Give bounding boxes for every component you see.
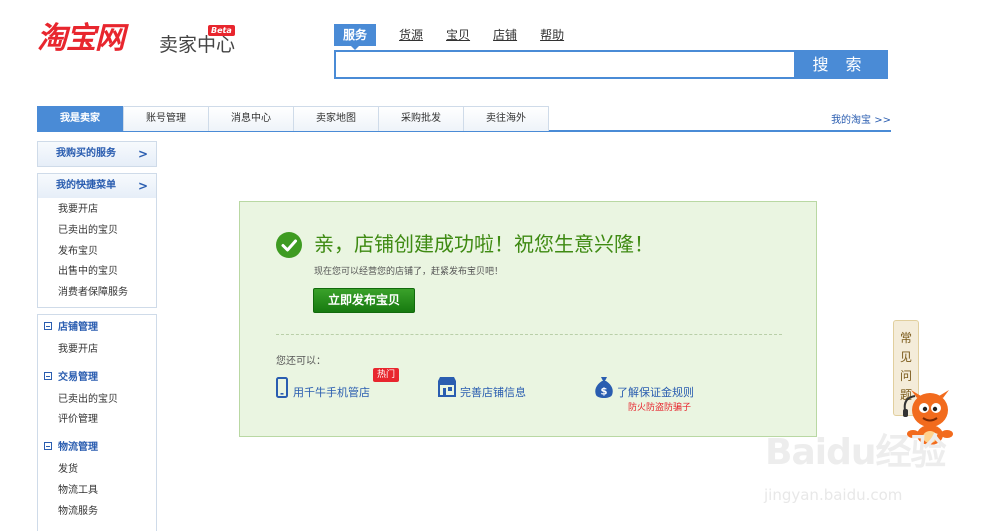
search-tab-help[interactable]: 帮助 <box>540 24 564 46</box>
hot-badge: 热门 <box>373 368 400 382</box>
chevron-right-icon: > <box>137 147 148 161</box>
my-taobao-link[interactable]: 我的淘宝 >> <box>831 111 891 126</box>
search-button[interactable]: 搜 索 <box>794 52 886 77</box>
collapse-icon <box>44 442 52 450</box>
search-tab-shop[interactable]: 店铺 <box>493 24 517 46</box>
search-tab-service[interactable]: 服务 <box>334 24 377 50</box>
main-nav: 我是卖家 账号管理 消息中心 卖家地图 采购批发 卖往海外 我的淘宝 >> <box>37 106 891 132</box>
search-input[interactable] <box>336 52 796 77</box>
phone-icon <box>276 377 288 398</box>
group-item-ship[interactable]: 发货 <box>38 458 156 481</box>
faq-char: 见 <box>899 350 912 364</box>
tab-sell-overseas[interactable]: 卖往海外 <box>463 106 549 131</box>
deposit-rules-link[interactable]: $ 了解保证金规则 <box>594 376 704 402</box>
logo-main-text: 淘宝网 <box>37 21 125 56</box>
sidebar-groups: 店铺管理 我要开店 交易管理 已卖出的宝贝 评价管理 物流管理 发货 物流工具 … <box>37 314 157 531</box>
chevron-right-icon: > <box>137 179 148 193</box>
sidebar-bought-services: 我购买的服务 > <box>37 141 157 167</box>
group-item-logistics-tools[interactable]: 物流工具 <box>38 481 156 501</box>
quick-item-publish-item[interactable]: 发布宝贝 <box>38 242 156 263</box>
search-tab-source[interactable]: 货源 <box>399 24 423 46</box>
publish-item-button[interactable]: 立即发布宝贝 <box>313 288 415 313</box>
collapse-icon <box>44 322 52 330</box>
group-item-sold-items[interactable]: 已卖出的宝贝 <box>38 388 156 411</box>
svg-text:$: $ <box>601 387 608 398</box>
complete-shop-info-link[interactable]: 完善店铺信息 <box>437 376 537 402</box>
complete-shop-info-label: 完善店铺信息 <box>460 386 526 399</box>
faq-char: 问 <box>899 369 912 383</box>
check-circle-icon <box>276 232 302 258</box>
tab-account-management[interactable]: 账号管理 <box>123 106 209 131</box>
group-item-logistics-services[interactable]: 物流服务 <box>38 501 156 523</box>
sidebar-quick-menu: 我的快捷菜单 > 我要开店 已卖出的宝贝 发布宝贝 出售中的宝贝 消费者保障服务 <box>37 173 157 308</box>
quick-item-on-sale[interactable]: 出售中的宝贝 <box>38 262 156 283</box>
faq-char: 常 <box>899 331 912 345</box>
group-trade-management[interactable]: 交易管理 <box>38 368 156 388</box>
search-box: 搜 索 <box>334 50 888 79</box>
also-can-label: 您还可以： <box>276 356 326 367</box>
qianniu-mobile-label: 用千牛手机管店 <box>293 386 370 399</box>
divider <box>276 334 782 335</box>
success-subtitle: 现在您可以经营您的店铺了，赶紧发布宝贝吧！ <box>314 267 504 277</box>
success-title: 亲，店铺创建成功啦！祝您生意兴隆！ <box>314 232 654 256</box>
tab-message-center[interactable]: 消息中心 <box>208 106 294 131</box>
bought-services-header[interactable]: 我购买的服务 > <box>38 142 156 166</box>
deposit-rules-label: 了解保证金规则 <box>617 386 694 399</box>
group-shop-management[interactable]: 店铺管理 <box>38 318 156 338</box>
quick-menu-header[interactable]: 我的快捷菜单 > <box>38 174 156 198</box>
search-tabs: 服务 货源 宝贝 店铺 帮助 <box>334 24 587 50</box>
group-item-reviews[interactable]: 评价管理 <box>38 411 156 429</box>
tab-wholesale[interactable]: 采购批发 <box>378 106 464 131</box>
group-item-open-shop[interactable]: 我要开店 <box>38 338 156 361</box>
quick-item-sold-items[interactable]: 已卖出的宝贝 <box>38 221 156 242</box>
baidu-jingyan-watermark: Baidu经验 <box>765 432 946 473</box>
qianniu-mobile-link[interactable]: 用千牛手机管店 <box>276 376 380 402</box>
money-bag-icon: $ <box>595 377 613 398</box>
beta-badge: Beta <box>208 25 235 36</box>
collapse-icon <box>44 372 52 380</box>
shop-icon <box>438 377 456 397</box>
quick-item-consumer-protection[interactable]: 消费者保障服务 <box>38 283 156 304</box>
tab-seller-map[interactable]: 卖家地图 <box>293 106 379 131</box>
tab-i-am-seller[interactable]: 我是卖家 <box>37 106 123 131</box>
shop-created-panel: 亲，店铺创建成功啦！祝您生意兴隆！ 现在您可以经营您的店铺了，赶紧发布宝贝吧！ … <box>239 201 817 437</box>
group-logistics-management[interactable]: 物流管理 <box>38 438 156 458</box>
quick-item-open-shop[interactable]: 我要开店 <box>38 200 156 221</box>
watermark-url: jingyan.baidu.com <box>764 486 903 504</box>
search-tab-item[interactable]: 宝贝 <box>446 24 470 46</box>
logo-sub-text: 卖家中心 <box>159 34 236 56</box>
anti-fraud-note: 防火防盗防骗子 <box>628 403 692 413</box>
quick-menu-title: 我的快捷菜单 <box>56 180 116 191</box>
bought-services-title: 我购买的服务 <box>56 148 116 159</box>
